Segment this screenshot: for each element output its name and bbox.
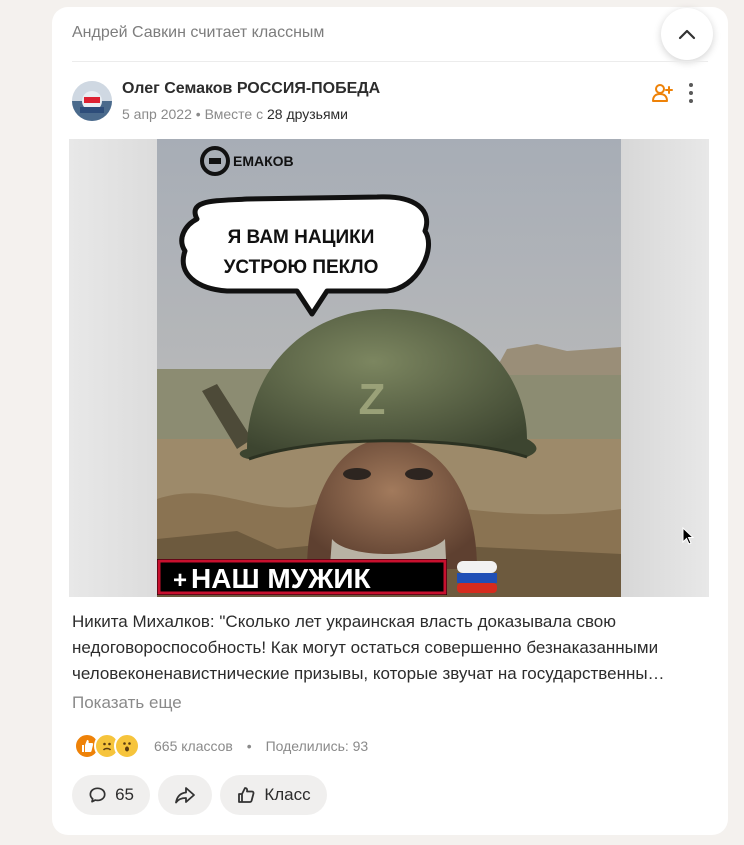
divider [72,61,708,62]
feed-reason-text: Андрей Савкин считает классным [72,24,325,41]
post-stats: 665 классов • Поделились: 93 [154,737,368,755]
thumbs-up-icon [238,787,255,803]
post-text-line: человеконенавистнические призывы, которы… [72,664,665,683]
logo-text: ЕМАКОВ [233,153,294,169]
class-button[interactable]: Класс [220,775,327,815]
more-options-icon[interactable] [682,81,700,105]
post-photo[interactable]: ЕМАКОВ Я ВАМ НАЦИКИ УСТРОЮ ПЕКЛО Z + НАШ… [157,139,621,597]
post-text-line: недоговороспособность! Как могут остатьс… [72,638,659,657]
meta-separator: • [195,106,205,122]
flag-fist-icon [457,561,497,593]
post-date: 5 апр 2022 [122,106,192,122]
share-button[interactable] [158,775,212,815]
bottom-banner: + НАШ МУЖИК [157,559,447,595]
media-blur-left [69,139,157,597]
speech-line-2: УСТРОЮ ПЕКЛО [224,257,379,278]
author-avatar[interactable] [72,81,112,121]
classes-count[interactable]: 665 классов [154,738,233,754]
post-text-line: Никита Михалков: "Сколько лет украинская… [72,612,617,631]
together-prefix: Вместе с [204,106,264,122]
post-text: Никита Михалков: "Сколько лет украинская… [72,609,708,687]
comments-count: 65 [115,785,134,804]
author-name-link[interactable]: Олег Семаков РОССИЯ-ПОБЕДА [122,79,380,99]
speech-line-1: Я ВАМ НАЦИКИ [228,227,375,248]
wow-reaction-icon [114,733,140,759]
chevron-up-icon [678,29,696,40]
collapse-button[interactable] [661,8,713,60]
shares-count[interactable]: Поделились: 93 [266,738,369,754]
banner-plus: + [173,567,187,594]
feed-post-card: Андрей Савкин считает классным Олег Сема… [52,7,728,835]
media-blur-right [621,139,709,597]
helmet-z-mark: Z [359,375,386,424]
post-actions: 65 Класс [72,775,327,815]
banner-text: НАШ МУЖИК [191,563,372,594]
post-media[interactable]: ЕМАКОВ Я ВАМ НАЦИКИ УСТРОЮ ПЕКЛО Z + НАШ… [69,139,709,597]
mouse-cursor-icon [682,527,694,545]
reactions-summary[interactable] [74,733,140,759]
add-friend-icon[interactable] [651,82,673,104]
friends-link[interactable]: 28 друзьями [267,106,348,122]
class-label: Класс [264,785,311,804]
post-meta: 5 апр 2022 • Вместе с 28 друзьями [122,105,348,123]
stats-separator: • [246,738,252,754]
share-arrow-icon [175,787,195,804]
comment-button[interactable]: 65 [72,775,150,815]
comment-icon [89,787,106,803]
show-more-link[interactable]: Показать еще [72,692,182,714]
